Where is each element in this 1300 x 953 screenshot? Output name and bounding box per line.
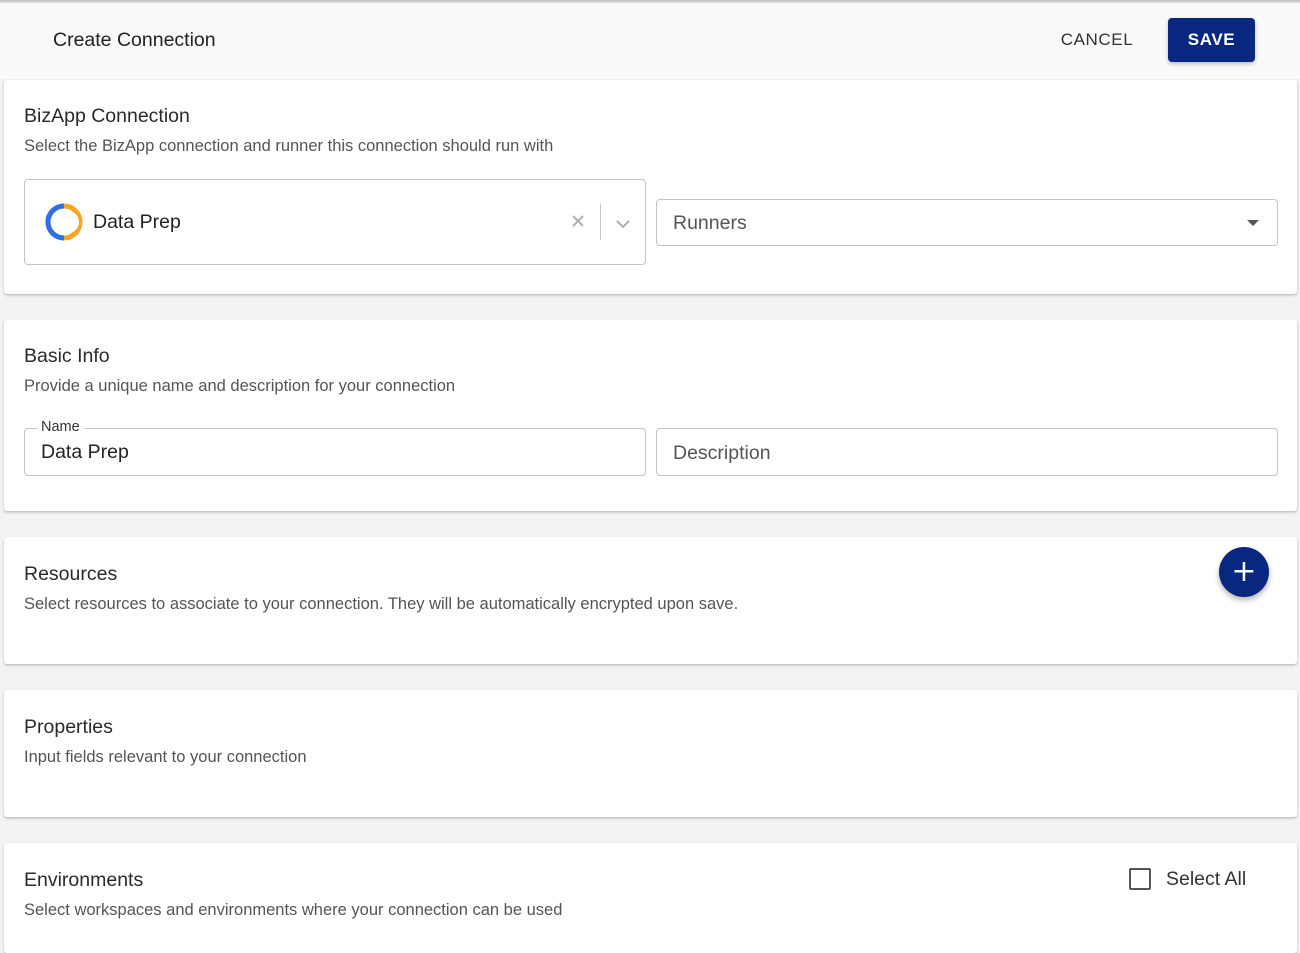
select-all-label[interactable]: Select All xyxy=(1166,868,1246,891)
select-all-checkbox[interactable] xyxy=(1129,868,1151,890)
environments-subtitle: Select workspaces and environments where… xyxy=(24,901,563,919)
basic-info-card: Basic Info Provide a unique name and des… xyxy=(4,320,1297,511)
bizapp-connection-card: BizApp Connection Select the BizApp conn… xyxy=(4,80,1297,294)
select-divider xyxy=(600,204,601,240)
basic-info-title: Basic Info xyxy=(24,345,110,367)
properties-title: Properties xyxy=(24,716,113,738)
save-button[interactable]: SAVE xyxy=(1168,18,1255,62)
bizapp-connection-select[interactable]: Data Prep xyxy=(24,179,646,265)
name-field-value: Data Prep xyxy=(41,441,129,463)
environments-title: Environments xyxy=(24,869,144,891)
chevron-down-icon[interactable] xyxy=(615,216,631,229)
bizapp-connection-value: Data Prep xyxy=(93,211,181,233)
description-placeholder: Description xyxy=(673,442,771,464)
name-field-label: Name xyxy=(37,419,84,435)
runners-label: Runners xyxy=(673,212,747,234)
add-resource-button[interactable]: + xyxy=(1219,547,1269,597)
runners-select[interactable]: Runners xyxy=(656,199,1278,246)
resources-subtitle: Select resources to associate to your co… xyxy=(24,595,739,613)
close-icon[interactable] xyxy=(570,213,586,229)
page-header: Create Connection CANCEL SAVE xyxy=(0,3,1300,79)
plus-icon: + xyxy=(1231,554,1257,589)
properties-card: Properties Input fields relevant to your… xyxy=(4,690,1297,817)
bizapp-section-subtitle: Select the BizApp connection and runner … xyxy=(24,137,554,155)
data-prep-logo-icon xyxy=(44,202,84,242)
cancel-button[interactable]: CANCEL xyxy=(1046,20,1148,60)
description-field[interactable]: Description xyxy=(656,428,1278,476)
resources-title: Resources xyxy=(24,563,118,585)
properties-subtitle: Input fields relevant to your connection xyxy=(24,748,307,766)
name-field[interactable]: Name Data Prep xyxy=(24,419,646,476)
resources-card: Resources Select resources to associate … xyxy=(4,537,1297,664)
basic-info-subtitle: Provide a unique name and description fo… xyxy=(24,377,456,395)
bizapp-section-title: BizApp Connection xyxy=(24,105,190,127)
environments-card: Environments Select workspaces and envir… xyxy=(4,843,1297,953)
caret-down-icon xyxy=(1247,220,1259,226)
page-title: Create Connection xyxy=(53,29,216,51)
